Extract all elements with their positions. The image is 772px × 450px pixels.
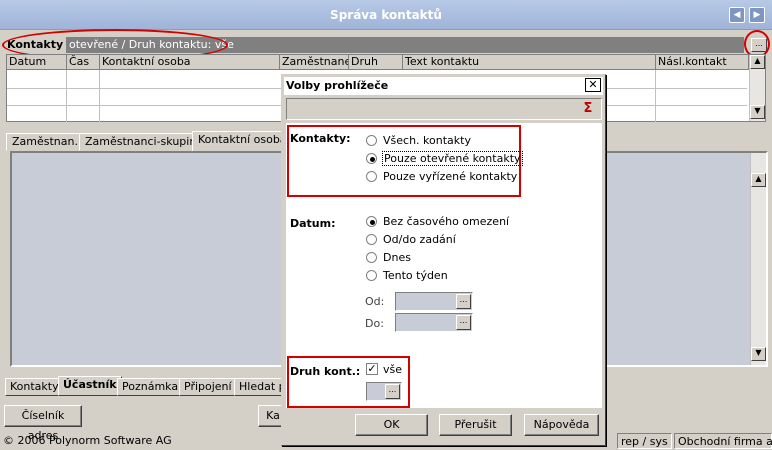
column-header-datum[interactable]: Datum: [7, 55, 67, 70]
tab-pripojeni[interactable]: Připojení: [179, 378, 237, 396]
status-copyright: © 2006 Polynorm Software AG: [3, 434, 172, 447]
radio-tento-tyden[interactable]: [366, 270, 377, 281]
radio-pouze-vyrizene[interactable]: [366, 171, 377, 182]
status-firm: Obchodní firma a.s.: [674, 433, 772, 449]
radio-od-do[interactable]: [366, 234, 377, 245]
radio-dnes[interactable]: [366, 252, 377, 263]
scroll-down-icon[interactable]: ▼: [750, 105, 765, 119]
radio-vsech-kontakty-label: Všech. kontakty: [383, 134, 471, 147]
detail-tabs: Zaměstnan. Zaměstnanci-skupiny Kontaktní…: [6, 131, 306, 152]
do-label: Do:: [365, 317, 384, 330]
cancel-button[interactable]: Přerušit: [439, 414, 512, 436]
tab-zamestnanec[interactable]: Zaměstnan.: [6, 133, 84, 151]
vse-checkbox-label: vše: [383, 363, 403, 376]
radio-dnes-label: Dnes: [383, 251, 411, 264]
radio-bez-omezeni[interactable]: [366, 216, 377, 227]
column-header-druh[interactable]: Druh: [349, 55, 403, 70]
dialog-toolbar: Ʃ: [286, 98, 602, 120]
column-divider: [655, 70, 656, 122]
druh-select-input[interactable]: ...: [366, 382, 402, 401]
radio-pouze-otevrene[interactable]: [366, 153, 377, 164]
tab-ucastnik[interactable]: Účastník: [58, 376, 122, 396]
od-date-picker-button[interactable]: ...: [456, 294, 471, 309]
radio-bez-omezeni-label: Bez časového omezení: [383, 215, 510, 228]
filter-tool-icon[interactable]: Ʃ: [579, 101, 597, 117]
column-divider: [66, 70, 67, 122]
ok-button[interactable]: OK: [355, 414, 428, 436]
back-icon[interactable]: ◀: [729, 7, 745, 23]
ciselnik-adres-button[interactable]: Číselník adres: [4, 405, 82, 442]
column-header-zamestnanec[interactable]: Zaměstnanec: [280, 55, 349, 70]
forward-icon[interactable]: ▶: [749, 7, 765, 23]
column-header-cas[interactable]: Čas: [67, 55, 100, 70]
od-label: Od:: [365, 295, 385, 308]
radio-tento-tyden-label: Tento týden: [383, 269, 448, 282]
window-title-bar: Správa kontaktů ◀ ▶: [0, 0, 772, 30]
column-divider: [99, 70, 100, 122]
help-button[interactable]: Nápověda: [524, 414, 599, 436]
scroll-up-icon[interactable]: ▲: [751, 173, 766, 187]
datum-section-label: Datum:: [290, 217, 336, 230]
column-header-nasl-kontakt[interactable]: Násl.kontakt: [656, 55, 749, 70]
tab-kontakty[interactable]: Kontakty: [5, 378, 64, 396]
column-header-kontaktni-osoba[interactable]: Kontaktní osoba: [100, 55, 280, 70]
druh-section-label: Druh kont.:: [290, 365, 361, 378]
status-rep: rep / sys: [617, 433, 672, 449]
vse-checkbox[interactable]: ✓: [366, 363, 378, 375]
column-header-text-kontaktu[interactable]: Text kontaktu: [403, 55, 656, 70]
scroll-up-icon[interactable]: ▲: [750, 55, 765, 69]
tab-poznamka[interactable]: Poznámka: [117, 378, 184, 396]
panel-scrollbar[interactable]: ▲ ▼: [750, 153, 766, 365]
dialog-body: Kontakty: Všech. kontakty Pouze otevřené…: [286, 123, 602, 408]
tab-kontaktni-osoba[interactable]: Kontaktní osoba: [192, 131, 293, 152]
scroll-down-icon[interactable]: ▼: [751, 347, 766, 361]
do-date-picker-button[interactable]: ...: [456, 315, 471, 330]
radio-vsech-kontakty[interactable]: [366, 135, 377, 146]
druh-select-button[interactable]: ...: [385, 384, 400, 399]
radio-pouze-vyrizene-label: Pouze vyřízené kontakty: [383, 170, 518, 183]
od-date-input[interactable]: ...: [395, 292, 473, 311]
do-date-input[interactable]: ...: [395, 313, 473, 332]
radio-pouze-otevrene-label: Pouze otevřené kontakty: [382, 151, 523, 166]
radio-od-do-label: Od/do zadání: [383, 233, 456, 246]
window-title: Správa kontaktů: [330, 8, 442, 22]
tab-zamestnanci-skupiny[interactable]: Zaměstnanci-skupiny: [79, 133, 209, 151]
close-icon[interactable]: ✕: [585, 78, 601, 92]
browser-options-dialog: Volby prohlížeče ✕ Ʃ Kontakty: Všech. ko…: [281, 74, 606, 446]
grid-scrollbar[interactable]: ▲ ▼: [749, 55, 765, 121]
dialog-title: Volby prohlížeče: [284, 77, 603, 95]
kontakty-section-label: Kontakty:: [290, 132, 351, 145]
